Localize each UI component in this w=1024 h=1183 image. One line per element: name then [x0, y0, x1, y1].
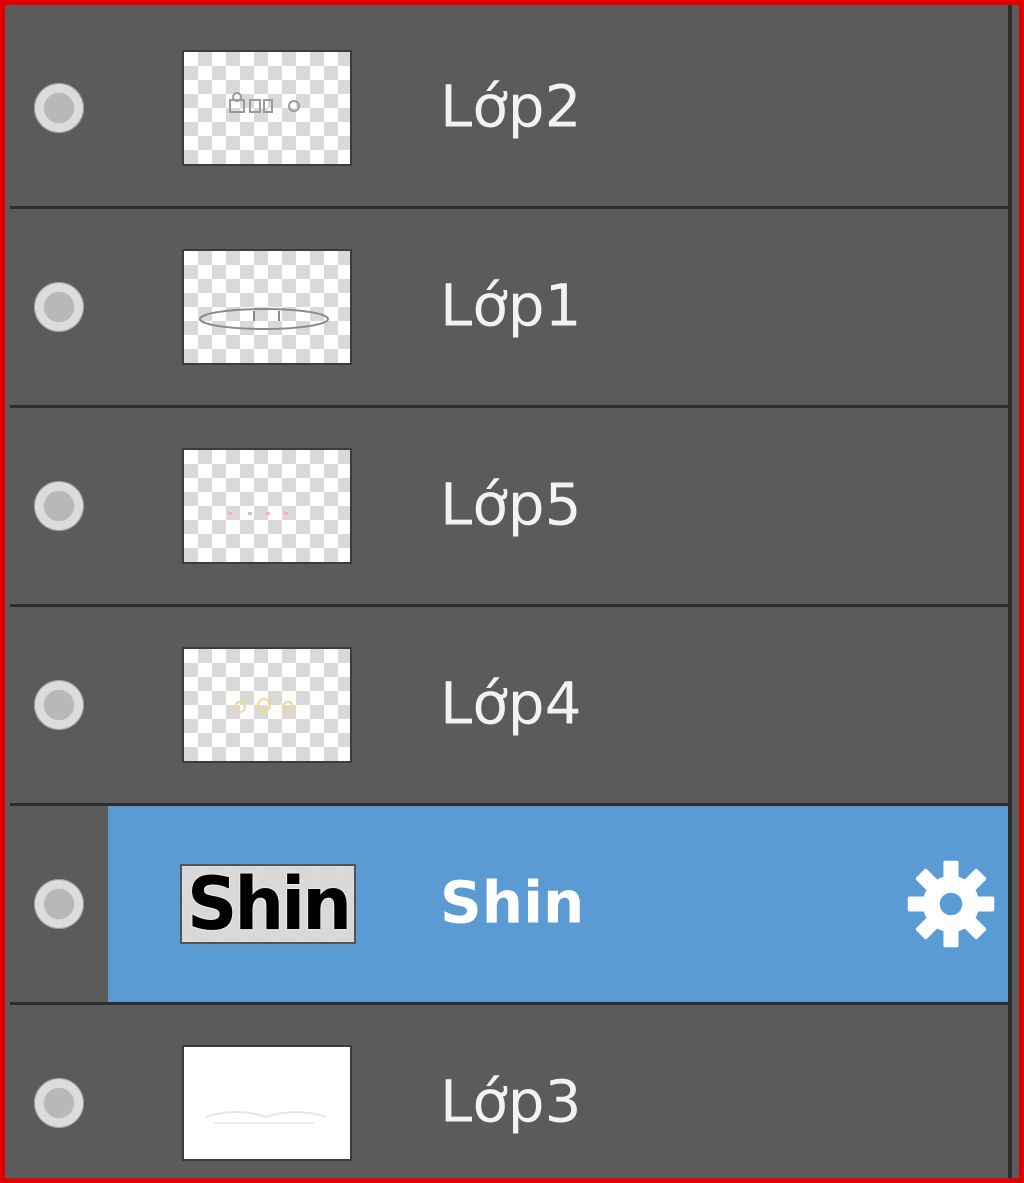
visibility-toggle-icon[interactable] — [34, 282, 84, 332]
thumbnail-text: Shin — [186, 864, 352, 944]
visibility-toggle-icon[interactable] — [34, 680, 84, 730]
layer-name: Lớp4 — [440, 669, 582, 738]
layers-panel: Lớp2 Lớp1 Lớp5 Lớp4 Shin Shin Lớp3 — [0, 0, 1024, 1183]
layer-thumbnail: Shin — [180, 864, 356, 944]
thumbnail-content — [199, 308, 329, 330]
layer-thumbnail — [182, 249, 352, 365]
layer-thumbnail — [182, 448, 352, 564]
layer-name: Shin — [440, 868, 585, 937]
thumbnail-content — [229, 92, 300, 113]
layer-name: Lớp3 — [440, 1067, 582, 1136]
visibility-toggle-icon[interactable] — [34, 83, 84, 133]
visibility-toggle-icon[interactable] — [34, 481, 84, 531]
layer-row-lop2[interactable]: Lớp2 — [10, 10, 1008, 209]
layer-name: Lớp2 — [440, 72, 582, 141]
layer-name: Lớp1 — [440, 271, 582, 340]
visibility-toggle-icon[interactable] — [34, 1078, 84, 1128]
layer-row-lop4[interactable]: Lớp4 — [10, 607, 1008, 806]
layer-thumbnail — [182, 647, 352, 763]
layer-row-shin[interactable]: Shin Shin — [10, 806, 1008, 1005]
layer-thumbnail — [182, 1045, 352, 1161]
layer-thumbnail — [182, 50, 352, 166]
scrollbar[interactable] — [1008, 5, 1012, 1178]
visibility-toggle-icon[interactable] — [34, 879, 84, 929]
layer-row-lop5[interactable]: Lớp5 — [10, 408, 1008, 607]
layer-row-lop3[interactable]: Lớp3 — [10, 1005, 1008, 1178]
thumbnail-content — [205, 1111, 327, 1124]
layer-name: Lớp5 — [440, 470, 582, 539]
layer-row-lop1[interactable]: Lớp1 — [10, 209, 1008, 408]
thumbnail-content — [228, 512, 288, 515]
thumbnail-content — [234, 698, 294, 713]
layer-list: Lớp2 Lớp1 Lớp5 Lớp4 Shin Shin Lớp3 — [10, 10, 1008, 1178]
gear-icon[interactable] — [904, 857, 998, 951]
